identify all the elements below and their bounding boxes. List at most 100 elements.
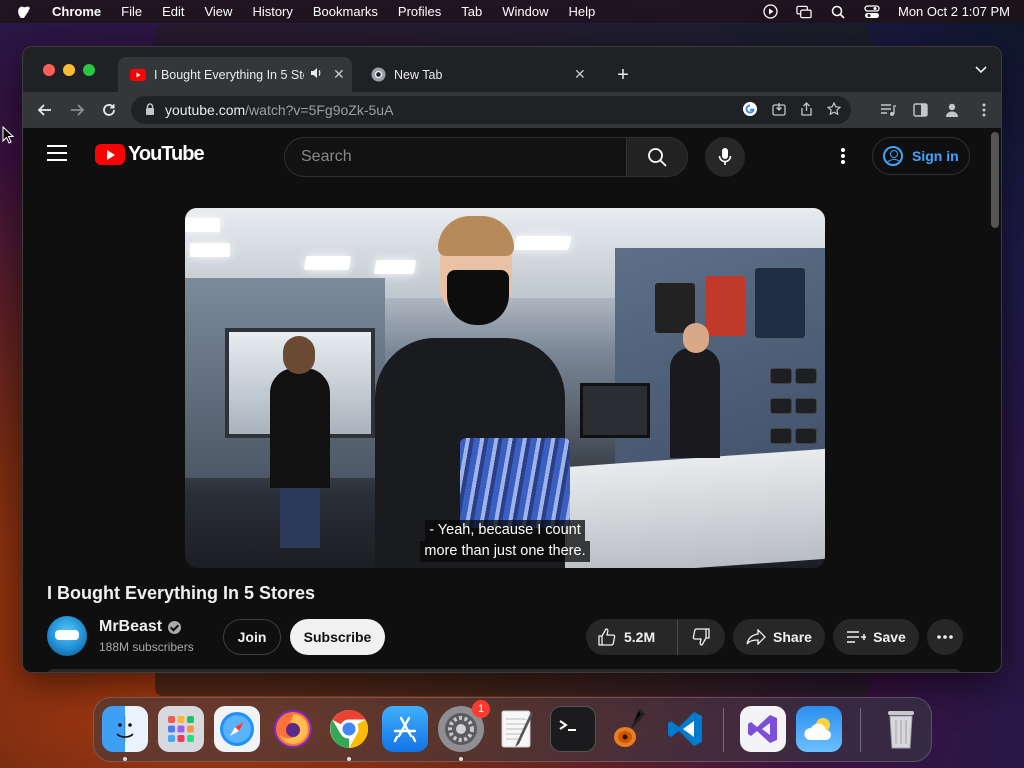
- tab-new-tab[interactable]: New Tab ✕: [358, 57, 594, 92]
- address-bar[interactable]: youtube.com/watch?v=5Fg9oZk-5uA: [131, 96, 851, 124]
- menu-profiles[interactable]: Profiles: [398, 4, 441, 19]
- settings-more-icon[interactable]: [833, 146, 853, 166]
- tab-title: I Bought Everything In 5 Sto: [154, 67, 304, 82]
- visual-studio-icon[interactable]: [740, 706, 786, 752]
- toolbar: youtube.com/watch?v=5Fg9oZk-5uA: [23, 92, 1001, 128]
- trash-icon[interactable]: [878, 706, 924, 752]
- menu-file[interactable]: File: [121, 4, 142, 19]
- menubar-clock[interactable]: Mon Oct 2 1:07 PM: [898, 4, 1010, 19]
- menu-tab[interactable]: Tab: [461, 4, 482, 19]
- like-dislike-group: 5.2M: [586, 619, 725, 655]
- media-controls-icon[interactable]: [877, 99, 899, 121]
- youtube-header: YouTube Search Sign in: [23, 128, 1001, 184]
- dislike-button[interactable]: [678, 628, 724, 646]
- firefox-icon[interactable]: [270, 706, 316, 752]
- lock-icon[interactable]: [145, 102, 155, 118]
- dock-separator: [723, 708, 724, 752]
- garageband-icon[interactable]: [606, 706, 652, 752]
- running-indicator: [347, 757, 351, 761]
- side-panel-icon[interactable]: [909, 99, 931, 121]
- profile-icon[interactable]: [941, 99, 963, 121]
- audio-playing-icon[interactable]: [310, 67, 323, 82]
- caption-line: more than just one there.: [420, 541, 590, 562]
- tab-youtube[interactable]: I Bought Everything In 5 Sto ✕: [118, 57, 352, 92]
- search-button[interactable]: [626, 137, 688, 177]
- save-button[interactable]: Save: [833, 619, 919, 655]
- url-path: /watch?v=5Fg9oZk-5uA: [245, 102, 394, 118]
- menu-help[interactable]: Help: [569, 4, 596, 19]
- more-actions-button[interactable]: [927, 619, 963, 655]
- terminal-icon[interactable]: [550, 706, 596, 752]
- search-input[interactable]: Search: [284, 137, 626, 177]
- finder-icon[interactable]: [102, 706, 148, 752]
- reload-button[interactable]: [95, 96, 123, 124]
- channel-name[interactable]: MrBeast: [99, 618, 182, 636]
- menu-bookmarks[interactable]: Bookmarks: [313, 4, 378, 19]
- hamburger-menu-icon[interactable]: [47, 145, 67, 166]
- tab-title: New Tab: [394, 67, 443, 82]
- app-store-icon[interactable]: [382, 706, 428, 752]
- spotlight-search-icon[interactable]: [830, 5, 846, 19]
- running-indicator: [123, 757, 127, 761]
- mouse-cursor: [2, 125, 15, 149]
- share-page-icon[interactable]: [800, 101, 813, 119]
- vscode-icon[interactable]: [662, 706, 708, 752]
- screen-mirror-icon[interactable]: [796, 5, 812, 19]
- forward-button[interactable]: [63, 96, 91, 124]
- like-button[interactable]: 5.2M: [586, 619, 678, 655]
- join-button[interactable]: Join: [223, 619, 281, 655]
- caption-line: - Yeah, because I count: [425, 520, 585, 541]
- description-box[interactable]: [47, 669, 961, 672]
- channel-row: MrBeast 188M subscribers Join Subscribe …: [47, 616, 977, 658]
- tab-search-icon[interactable]: [975, 63, 987, 77]
- menu-view[interactable]: View: [204, 4, 232, 19]
- channel-avatar[interactable]: [47, 616, 87, 656]
- youtube-page: YouTube Search Sign in - Yeah, because I…: [23, 128, 1001, 672]
- media-play-icon[interactable]: [762, 4, 778, 19]
- save-label: Save: [873, 629, 906, 645]
- youtube-icon: [130, 67, 146, 83]
- save-playlist-icon: [846, 630, 867, 644]
- sign-in-button[interactable]: Sign in: [872, 137, 970, 175]
- chrome-icon[interactable]: [326, 706, 372, 752]
- minimize-window-button[interactable]: [63, 64, 75, 76]
- google-lens-icon[interactable]: [742, 101, 758, 120]
- install-app-icon[interactable]: [772, 102, 786, 119]
- close-tab-icon[interactable]: ✕: [574, 66, 586, 83]
- microphone-icon: [718, 148, 732, 165]
- control-center-icon[interactable]: [864, 4, 880, 19]
- chrome-window: I Bought Everything In 5 Sto ✕ New Tab ✕…: [22, 46, 1002, 673]
- video-title: I Bought Everything In 5 Stores: [47, 583, 316, 603]
- apple-icon[interactable]: [18, 3, 36, 21]
- chrome-menu-icon[interactable]: [973, 99, 995, 121]
- search-icon: [648, 148, 667, 167]
- new-tab-button[interactable]: +: [609, 61, 637, 89]
- menu-bar: Chrome File Edit View History Bookmarks …: [0, 0, 1024, 23]
- safari-icon[interactable]: [214, 706, 260, 752]
- system-settings-icon[interactable]: 1: [438, 700, 490, 752]
- thumbs-down-icon: [692, 628, 710, 646]
- share-button[interactable]: Share: [733, 619, 825, 655]
- back-button[interactable]: [31, 96, 59, 124]
- dock: 1: [93, 697, 932, 762]
- page-scrollbar[interactable]: [991, 132, 999, 228]
- video-player[interactable]: - Yeah, because I count more than just o…: [185, 208, 825, 568]
- share-arrow-icon: [746, 629, 766, 645]
- subscriber-count: 188M subscribers: [99, 640, 194, 654]
- share-label: Share: [773, 629, 812, 645]
- launchpad-icon[interactable]: [158, 706, 204, 752]
- account-icon: [883, 146, 903, 166]
- menu-edit[interactable]: Edit: [162, 4, 184, 19]
- voice-search-button[interactable]: [705, 137, 745, 177]
- menu-app-name[interactable]: Chrome: [52, 4, 101, 19]
- textedit-icon[interactable]: [494, 706, 540, 752]
- youtube-logo[interactable]: YouTube: [95, 143, 205, 166]
- close-window-button[interactable]: [43, 64, 55, 76]
- menu-window[interactable]: Window: [502, 4, 548, 19]
- close-tab-icon[interactable]: ✕: [333, 66, 345, 83]
- zoom-window-button[interactable]: [83, 64, 95, 76]
- weather-icon[interactable]: [796, 706, 842, 752]
- bookmark-star-icon[interactable]: [826, 101, 842, 119]
- subscribe-button[interactable]: Subscribe: [290, 619, 385, 655]
- menu-history[interactable]: History: [252, 4, 292, 19]
